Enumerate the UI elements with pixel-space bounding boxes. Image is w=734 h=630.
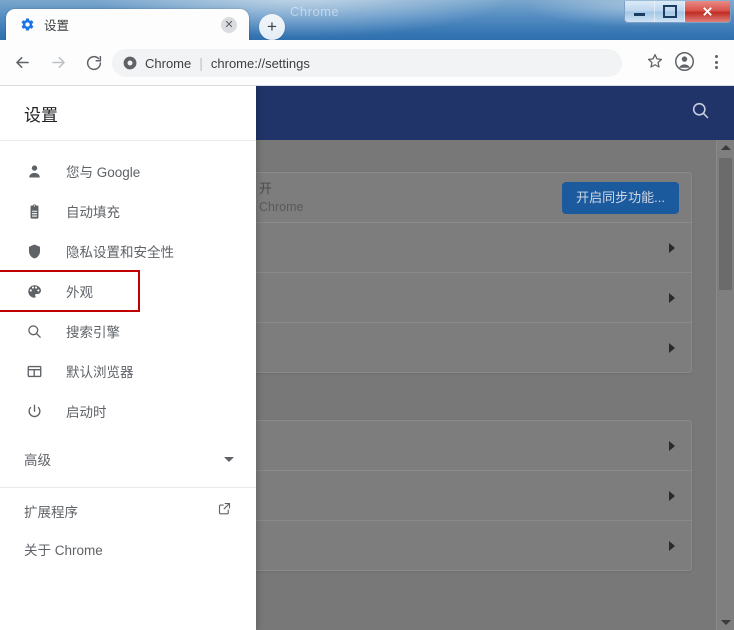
tab-title: 设置 — [44, 19, 70, 33]
page-body: 开 Chrome 开启同步功能... 设置 您与 Google 自动填充 隐私设… — [0, 86, 734, 630]
browser-toolbar: Chrome | chrome://settings — [0, 40, 734, 86]
row-sync-line2: Chrome — [259, 199, 304, 214]
person-icon — [24, 161, 44, 181]
browser-window-icon — [24, 361, 44, 381]
chevron-right-icon — [669, 540, 675, 551]
sidebar-divider — [0, 487, 256, 488]
turn-on-sync-button[interactable]: 开启同步功能... — [562, 181, 679, 214]
power-icon — [24, 401, 44, 421]
address-bar[interactable]: Chrome | chrome://settings — [112, 49, 622, 77]
window-controls — [624, 1, 731, 23]
sidebar-item-label: 自动填充 — [66, 205, 120, 220]
card-row-item-3[interactable] — [243, 273, 691, 323]
sidebar-title: 设置 — [0, 86, 256, 141]
scrollbar-down-arrow[interactable] — [717, 615, 734, 630]
sidebar-item-label: 默认浏览器 — [66, 365, 134, 380]
card-row-item-6[interactable] — [243, 471, 691, 521]
settings-card-autofill — [242, 420, 692, 571]
new-tab-button[interactable]: + — [259, 14, 285, 40]
card-row-item-4[interactable] — [243, 323, 691, 372]
card-row-item-5[interactable] — [243, 421, 691, 471]
card-row-sync[interactable]: 开 Chrome 开启同步功能... — [243, 173, 691, 223]
external-link-icon — [217, 501, 232, 521]
sidebar-item-extensions[interactable]: 扩展程序 — [0, 492, 256, 530]
row-sync-text: 开 Chrome — [259, 180, 303, 216]
sidebar-item-privacy-security[interactable]: 隐私设置和安全性 — [0, 231, 256, 271]
chevron-right-icon — [669, 342, 675, 353]
sidebar-item-appearance[interactable]: 外观 — [0, 270, 256, 312]
scrollbar-thumb[interactable] — [719, 158, 732, 290]
sidebar-item-search-engine[interactable]: 搜索引擎 — [0, 311, 256, 351]
omnibox-url: chrome://settings — [210, 55, 310, 71]
sidebar-item-label: 外观 — [66, 285, 93, 300]
bookmark-star-icon[interactable] — [646, 52, 666, 72]
sidebar-item-advanced[interactable]: 高级 — [0, 437, 256, 481]
maximize-button[interactable] — [655, 1, 685, 22]
settings-gear-icon — [19, 17, 35, 33]
forward-button[interactable] — [44, 49, 72, 77]
window-titlebar: Chrome 设置 ✕ + — [0, 0, 734, 40]
search-icon — [24, 321, 44, 341]
scrollbar-up-arrow[interactable] — [717, 140, 734, 155]
chevron-right-icon — [669, 490, 675, 501]
settings-sidebar: 设置 您与 Google 自动填充 隐私设置和安全性 外观 搜索引擎 默认浏览器… — [0, 86, 256, 630]
sidebar-item-default-browser[interactable]: 默认浏览器 — [0, 351, 256, 391]
row-sync-line1: 开 — [259, 180, 273, 196]
omnibox-scheme-label: Chrome — [145, 55, 192, 71]
palette-icon — [24, 281, 44, 301]
settings-main-content: 开 Chrome 开启同步功能... — [242, 86, 734, 630]
sidebar-item-label: 您与 Google — [66, 165, 141, 180]
tab-close-icon[interactable]: ✕ — [221, 17, 237, 33]
sidebar-advanced-label: 高级 — [24, 453, 51, 468]
settings-header-bar — [256, 86, 734, 140]
omnibox-separator: | — [199, 55, 203, 71]
sidebar-item-autofill[interactable]: 自动填充 — [0, 191, 256, 231]
sidebar-item-about-chrome[interactable]: 关于 Chrome — [0, 530, 256, 568]
profile-avatar-icon[interactable] — [674, 51, 696, 73]
chevron-right-icon — [669, 242, 675, 253]
chevron-right-icon — [669, 440, 675, 451]
sidebar-item-you-and-google[interactable]: 您与 Google — [0, 151, 256, 191]
chevron-right-icon — [669, 292, 675, 303]
sidebar-item-on-startup[interactable]: 启动时 — [0, 391, 256, 431]
settings-scroll-area: 开 Chrome 开启同步功能... — [242, 140, 734, 630]
search-icon[interactable] — [690, 100, 711, 126]
sidebar-footer-label: 关于 Chrome — [24, 543, 103, 558]
browser-tab-settings[interactable]: 设置 ✕ — [6, 9, 249, 40]
back-button[interactable] — [8, 49, 36, 77]
chevron-down-icon — [224, 456, 234, 462]
sidebar-menu-list: 您与 Google 自动填充 隐私设置和安全性 外观 搜索引擎 默认浏览器 启动… — [0, 141, 256, 568]
page-scrollbar[interactable] — [716, 140, 734, 630]
reload-button[interactable] — [80, 49, 108, 77]
card-row-item-7[interactable] — [243, 521, 691, 570]
three-dot-menu-icon[interactable] — [706, 50, 726, 74]
sidebar-footer-label: 扩展程序 — [24, 505, 78, 520]
shield-icon — [24, 241, 44, 261]
settings-card-people: 开 Chrome 开启同步功能... — [242, 172, 692, 373]
sidebar-item-label: 启动时 — [66, 405, 107, 420]
chrome-logo-icon — [123, 56, 138, 71]
window-ghost-title: Chrome — [290, 4, 340, 19]
close-button[interactable] — [685, 1, 730, 22]
card-row-item-2[interactable] — [243, 223, 691, 273]
sidebar-item-label: 搜索引擎 — [66, 325, 120, 340]
clipboard-icon — [24, 201, 44, 221]
minimize-button[interactable] — [625, 1, 655, 22]
browser-window: Chrome 设置 ✕ + Chrome | chrome://settings… — [0, 0, 734, 630]
sidebar-item-label: 隐私设置和安全性 — [66, 245, 174, 260]
